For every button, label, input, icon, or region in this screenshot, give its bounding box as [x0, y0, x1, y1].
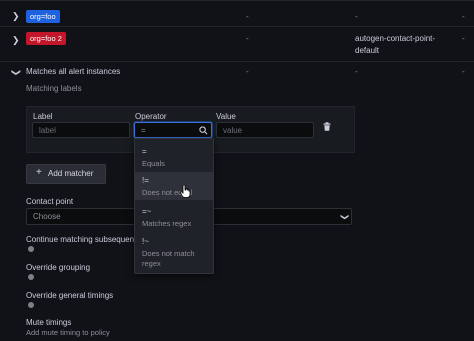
contact-point-placeholder: Choose [33, 212, 61, 221]
operator-option-symbol: =~ [142, 207, 152, 216]
label-input[interactable]: label [32, 122, 130, 138]
chevron-right-icon[interactable]: ❯ [12, 11, 20, 22]
operator-option-not-match-regex[interactable]: !~ Does not match regex [135, 233, 213, 271]
row-value: - [355, 67, 358, 76]
operator-header: Operator [135, 112, 167, 121]
override-timings-label: Override general timings [26, 291, 114, 300]
operator-select[interactable]: = [134, 122, 212, 138]
operator-option-description: Equals [142, 159, 165, 168]
row-divider [0, 0, 474, 1]
operator-option-symbol: = [142, 147, 147, 156]
row-value: - [246, 12, 249, 21]
chevron-down-icon: ❯ [340, 213, 350, 221]
operator-option-symbol: !~ [142, 237, 149, 246]
plus-icon: + [36, 167, 42, 178]
operator-option-description: Matches regex [142, 219, 192, 228]
row-value: - [462, 67, 465, 76]
operator-option-not-equal[interactable]: != Does not equal [135, 172, 213, 200]
override-grouping-toggle[interactable] [28, 274, 34, 280]
row-value: - [355, 12, 358, 21]
value-header: Value [216, 112, 236, 121]
mute-timings-label: Mute timings [26, 318, 72, 327]
operator-option-description-cont: regex [142, 259, 161, 268]
continue-matching-label: Continue matching subsequent sib [26, 235, 149, 244]
hand-cursor-icon [180, 185, 191, 198]
label-tag: org=foo 2 [26, 32, 66, 45]
add-matcher-label: Add matcher [48, 169, 94, 178]
continue-matching-toggle[interactable] [28, 246, 34, 252]
operator-option-equals[interactable]: = Equals [135, 143, 213, 171]
operator-option-matches-regex[interactable]: =~ Matches regex [135, 203, 213, 231]
value-input[interactable]: value [216, 122, 314, 138]
trash-icon[interactable] [323, 122, 331, 131]
override-grouping-label: Override grouping [26, 263, 91, 272]
contact-point-name: autogen-contact-point- [355, 34, 436, 43]
row-value: - [462, 34, 465, 43]
row-divider [0, 61, 474, 62]
operator-option-description: Does not match [142, 249, 195, 258]
chevron-down-icon[interactable]: ❯ [10, 69, 21, 77]
matching-labels-title: Matching labels [26, 84, 82, 93]
row-divider [0, 26, 474, 27]
chevron-right-icon[interactable]: ❯ [12, 35, 20, 46]
matches-all-label: Matches all alert instances [26, 67, 121, 76]
operator-dropdown: = Equals != Does not equal =~ Matches re… [134, 138, 214, 274]
search-icon [199, 126, 208, 135]
operator-placeholder: = [141, 126, 146, 135]
label-tag: org=foo [26, 10, 60, 23]
operator-option-symbol: != [142, 176, 149, 185]
row-value: - [462, 12, 465, 21]
row-value: - [246, 34, 249, 43]
label-header: Label [33, 112, 53, 121]
row-value: - [246, 67, 249, 76]
contact-point-label: Contact point [26, 197, 74, 206]
override-timings-toggle[interactable] [28, 302, 34, 308]
mute-timings-hint: Add mute timing to policy [26, 328, 110, 337]
contact-point-name-cont: default [355, 46, 380, 55]
add-matcher-button[interactable]: + Add matcher [26, 164, 106, 184]
